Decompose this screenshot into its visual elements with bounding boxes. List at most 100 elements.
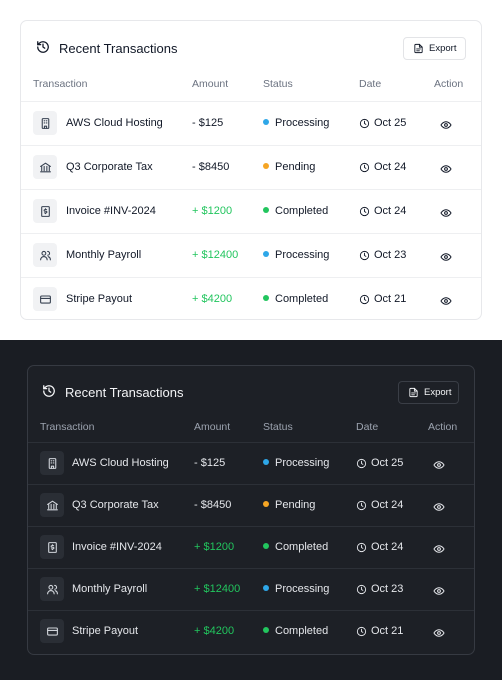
transaction-name: Monthly Payroll: [66, 249, 142, 261]
invoice-icon: [40, 535, 64, 559]
invoice-icon: [33, 199, 57, 223]
export-button[interactable]: Export: [403, 37, 466, 60]
dark-theme-panel: Recent Transactions Export Transaction A…: [0, 340, 502, 680]
file-icon: [414, 43, 423, 54]
transaction-date: Oct 24: [359, 161, 406, 173]
view-eye-icon[interactable]: [433, 542, 445, 560]
date-label: Oct 25: [371, 457, 404, 469]
clock-icon: [356, 584, 367, 595]
status-dot: [263, 295, 269, 301]
view-eye-icon[interactable]: [433, 584, 445, 602]
column-header-amount[interactable]: Amount: [192, 78, 228, 90]
status-label: Pending: [275, 499, 316, 511]
view-eye-icon[interactable]: [433, 626, 445, 644]
status-label: Processing: [275, 583, 330, 595]
date-label: Oct 24: [371, 541, 404, 553]
status-label: Processing: [275, 457, 330, 469]
transaction-date: Oct 23: [356, 583, 403, 595]
status-badge: Completed: [263, 205, 328, 217]
transaction-name: AWS Cloud Hosting: [72, 457, 169, 469]
table-row[interactable]: Stripe Payout + $4200 Completed Oct 21: [21, 277, 481, 321]
transaction-name: Stripe Payout: [72, 625, 139, 637]
clock-icon: [359, 206, 370, 217]
column-header-amount[interactable]: Amount: [194, 421, 230, 433]
transaction-name: Stripe Payout: [66, 293, 133, 305]
transaction-date: Oct 24: [356, 541, 403, 553]
table-row[interactable]: AWS Cloud Hosting - $125 Processing Oct …: [28, 442, 474, 484]
transaction-date: Oct 24: [356, 499, 403, 511]
status-badge: Processing: [263, 457, 329, 469]
export-label: Export: [429, 43, 457, 54]
transaction-date: Oct 21: [359, 293, 406, 305]
table-row[interactable]: Monthly Payroll + $12400 Processing Oct …: [21, 233, 481, 277]
column-header-status[interactable]: Status: [263, 421, 293, 433]
view-eye-icon[interactable]: [440, 206, 452, 224]
transaction-date: Oct 23: [359, 249, 406, 261]
date-label: Oct 23: [374, 249, 407, 261]
transaction-date: Oct 21: [356, 625, 403, 637]
clock-icon: [359, 162, 370, 173]
users-icon: [33, 243, 57, 267]
column-header-transaction[interactable]: Transaction: [40, 421, 94, 433]
transaction-amount: - $8450: [192, 161, 230, 173]
status-label: Completed: [275, 625, 329, 637]
clock-icon: [356, 542, 367, 553]
view-eye-icon[interactable]: [440, 162, 452, 180]
table-row[interactable]: Invoice #INV-2024 + $1200 Completed Oct …: [28, 526, 474, 568]
table-row[interactable]: Monthly Payroll + $12400 Processing Oct …: [28, 568, 474, 610]
table-row[interactable]: Invoice #INV-2024 + $1200 Completed Oct …: [21, 189, 481, 233]
building-icon: [40, 451, 64, 475]
history-icon: [43, 385, 55, 397]
history-icon: [37, 41, 49, 53]
export-button[interactable]: Export: [398, 381, 459, 404]
light-theme-panel: Recent Transactions Export Transaction A…: [0, 0, 502, 340]
transaction-date: Oct 25: [356, 457, 403, 469]
status-badge: Processing: [263, 117, 329, 129]
clock-icon: [359, 118, 370, 129]
column-header-transaction[interactable]: Transaction: [33, 78, 87, 90]
status-label: Pending: [275, 161, 316, 173]
date-label: Oct 24: [374, 205, 407, 217]
transaction-name: Monthly Payroll: [72, 583, 148, 595]
view-eye-icon[interactable]: [440, 250, 452, 268]
status-label: Completed: [275, 293, 329, 305]
clock-icon: [356, 458, 367, 469]
credit-card-icon: [33, 287, 57, 311]
view-eye-icon[interactable]: [433, 458, 445, 476]
status-dot: [263, 459, 269, 465]
clock-icon: [356, 626, 367, 637]
transaction-name: AWS Cloud Hosting: [66, 117, 163, 129]
status-badge: Completed: [263, 625, 328, 637]
column-header-date[interactable]: Date: [356, 421, 378, 433]
transactions-card: Recent Transactions Export Transaction A…: [20, 20, 482, 320]
bank-icon: [33, 155, 57, 179]
column-header-status[interactable]: Status: [263, 78, 293, 90]
date-label: Oct 24: [371, 499, 404, 511]
view-eye-icon[interactable]: [440, 294, 452, 312]
view-eye-icon[interactable]: [440, 118, 452, 136]
status-badge: Pending: [263, 161, 315, 173]
clock-icon: [356, 500, 367, 511]
bank-icon: [40, 493, 64, 517]
column-header-action: Action: [434, 78, 464, 90]
status-label: Completed: [275, 205, 329, 217]
status-label: Completed: [275, 541, 329, 553]
status-dot: [263, 207, 269, 213]
column-header-date[interactable]: Date: [359, 78, 381, 90]
status-badge: Completed: [263, 293, 328, 305]
export-label: Export: [424, 387, 452, 398]
card-title: Recent Transactions: [65, 385, 184, 400]
transaction-name: Invoice #INV-2024: [66, 205, 156, 217]
table-row[interactable]: Q3 Corporate Tax - $8450 Pending Oct 24: [21, 145, 481, 189]
table-row[interactable]: Stripe Payout + $4200 Completed Oct 21: [28, 610, 474, 652]
status-label: Processing: [275, 249, 330, 261]
table-row[interactable]: Q3 Corporate Tax - $8450 Pending Oct 24: [28, 484, 474, 526]
status-dot: [263, 251, 269, 257]
transaction-amount: + $12400: [192, 249, 239, 261]
view-eye-icon[interactable]: [433, 500, 445, 518]
file-icon: [409, 387, 418, 398]
status-dot: [263, 627, 269, 633]
status-dot: [263, 119, 269, 125]
table-row[interactable]: AWS Cloud Hosting - $125 Processing Oct …: [21, 101, 481, 145]
card-title: Recent Transactions: [59, 41, 178, 56]
